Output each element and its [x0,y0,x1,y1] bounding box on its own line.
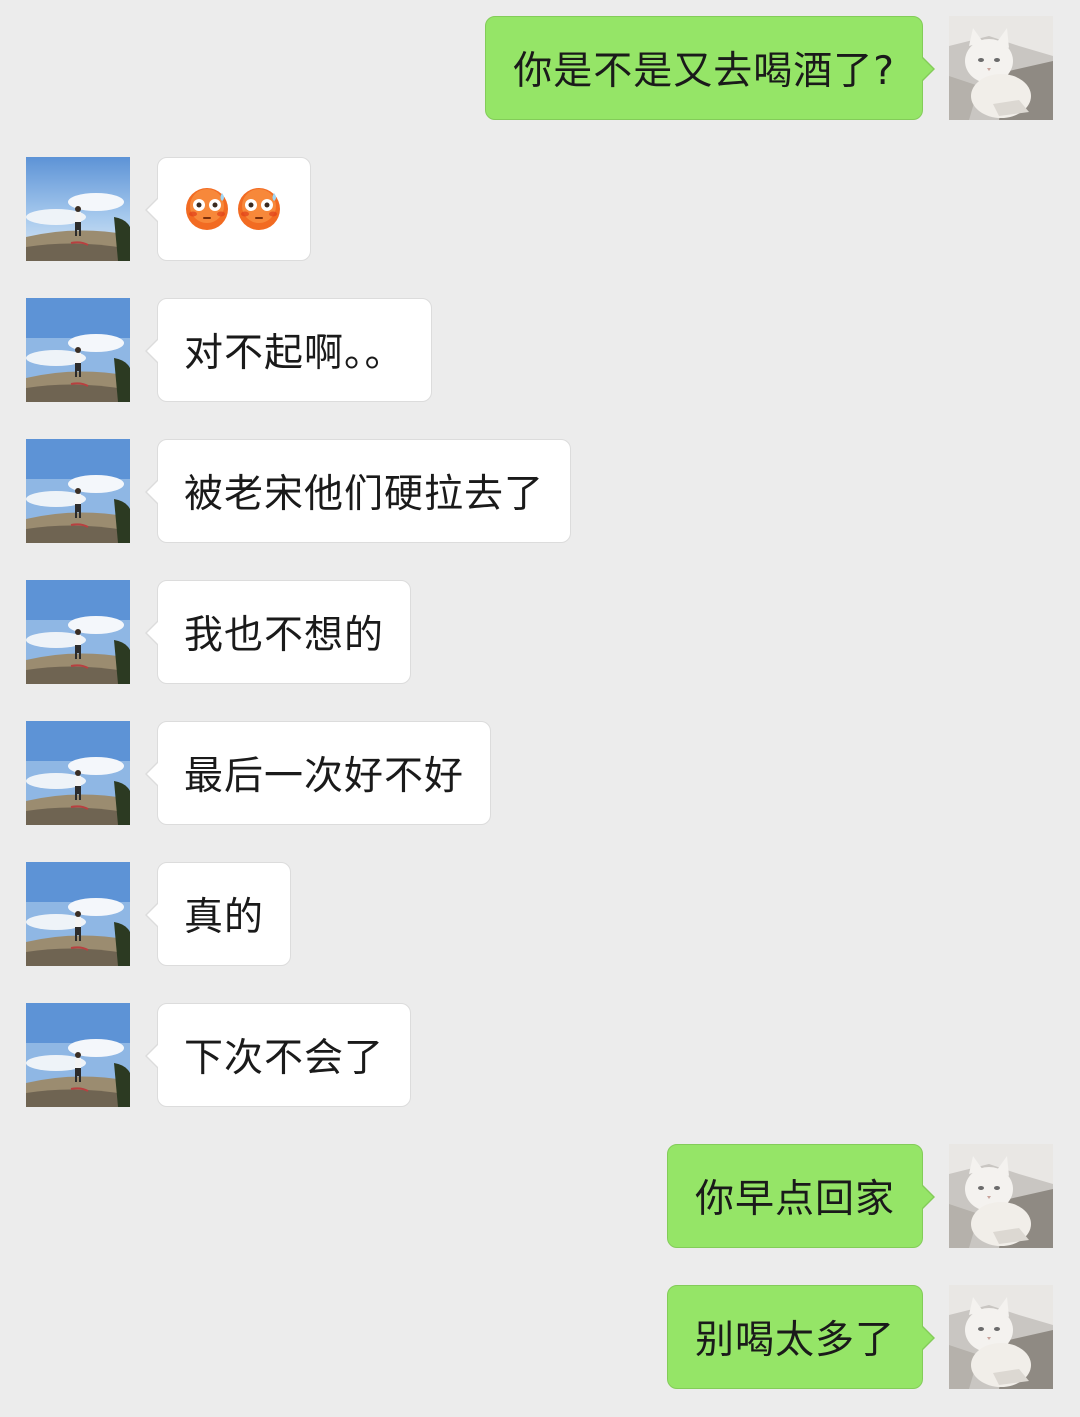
flushed-face-icon [186,188,228,230]
message-text: 真的 [184,895,265,940]
message-row-received: 被老宋他们硬拉去了 [0,439,1080,545]
message-row-sent: 你是不是又去喝酒了? [0,16,1080,122]
message-text: 你早点回家 [694,1177,895,1222]
person-on-hill-avatar[interactable] [26,157,130,261]
message-row-received [0,157,1080,263]
person-on-hill-avatar[interactable] [26,298,130,402]
emoji-group [184,186,282,232]
sent-message-bubble[interactable]: 你早点回家 [666,1144,936,1248]
person-on-hill-avatar[interactable] [26,439,130,543]
chat-message-list: 你是不是又去喝酒了? 对不起啊。。 被老宋他们硬拉去了 我也不想的 最后一次好不… [0,0,1080,1417]
received-message-bubble[interactable]: 对不起啊。。 [145,298,432,402]
message-text: 别喝太多了 [694,1318,895,1363]
message-row-received: 我也不想的 [0,580,1080,686]
message-row-received: 下次不会了 [0,1003,1080,1109]
cat-avatar[interactable] [949,1285,1053,1389]
message-text: 对不起啊。。 [184,331,405,376]
received-message-bubble[interactable]: 被老宋他们硬拉去了 [144,439,572,543]
received-message-bubble[interactable]: 最后一次好不好 [144,721,492,825]
message-text: 我也不想的 [184,613,385,658]
flushed-face-icon [238,188,280,230]
message-row-sent: 你早点回家 [0,1144,1080,1250]
message-text: 最后一次好不好 [184,754,465,799]
person-on-hill-avatar[interactable] [26,862,130,966]
message-text: 你是不是又去喝酒了? [513,49,895,94]
sent-message-bubble[interactable]: 你是不是又去喝酒了? [485,16,935,120]
message-row-received: 最后一次好不好 [0,721,1080,827]
received-message-bubble[interactable]: 下次不会了 [144,1003,412,1107]
received-message-bubble[interactable]: 我也不想的 [144,580,412,684]
sent-message-bubble[interactable]: 别喝太多了 [666,1285,936,1389]
received-message-bubble[interactable] [145,157,311,261]
person-on-hill-avatar[interactable] [26,1003,130,1107]
cat-avatar[interactable] [949,1144,1053,1248]
person-on-hill-avatar[interactable] [26,721,130,825]
message-row-received: 真的 [0,862,1080,968]
message-row-received: 对不起啊。。 [0,298,1080,404]
cat-avatar[interactable] [949,16,1053,120]
received-message-bubble[interactable]: 真的 [144,862,292,966]
message-text: 下次不会了 [184,1036,385,1081]
message-row-sent: 别喝太多了 [0,1285,1080,1391]
person-on-hill-avatar[interactable] [26,580,130,684]
message-text: 被老宋他们硬拉去了 [184,472,545,517]
